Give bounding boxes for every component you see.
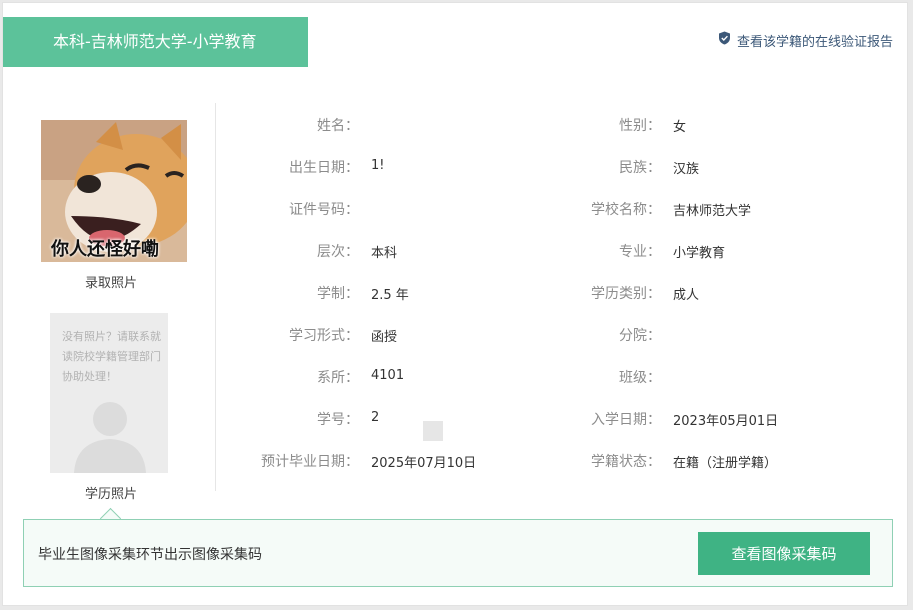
record-tab-title: 本科-吉林师范大学-小学教育 bbox=[3, 17, 308, 67]
gender-value: 女 bbox=[673, 120, 687, 135]
status-value: 在籍（注册学籍） bbox=[673, 456, 778, 471]
birthdate-value: 1! bbox=[371, 158, 385, 173]
expected-graduation-label: 预计毕业日期： bbox=[261, 454, 359, 470]
person-silhouette-icon bbox=[74, 402, 146, 473]
admission-photo-caption: 录取照片 bbox=[84, 276, 137, 291]
online-verification-link[interactable]: 查看该学籍的在线验证报告 bbox=[718, 30, 893, 50]
branch-label: 分院： bbox=[619, 328, 661, 344]
department-value: 4101 bbox=[371, 368, 405, 383]
class-label: 班级： bbox=[619, 370, 661, 386]
student-id-label: 学号： bbox=[317, 412, 359, 428]
duration-value: 2.5 年 bbox=[371, 288, 409, 303]
student-record-card: 本科-吉林师范大学-小学教育 查看该学籍的在线验证报告 你人还怪好嘞 录取照片 … bbox=[2, 2, 908, 606]
level-label: 层次： bbox=[317, 244, 359, 260]
redaction-patch bbox=[423, 421, 443, 441]
level-value: 本科 bbox=[371, 246, 398, 261]
column-divider bbox=[215, 103, 216, 491]
shield-check-icon bbox=[718, 31, 731, 49]
enrollment-date-label: 入学日期： bbox=[591, 412, 661, 428]
education-type-value: 成人 bbox=[673, 288, 700, 303]
department-label: 系所： bbox=[317, 370, 359, 386]
meme-caption: 你人还怪好嘞 bbox=[51, 239, 159, 260]
placeholder-text: 没有照片？请联系就读院校学籍管理部门协助处理！ bbox=[62, 330, 161, 383]
study-form-label: 学习形式： bbox=[289, 328, 359, 344]
photo-column: 你人还怪好嘞 录取照片 没有照片？请联系就读院校学籍管理部门协助处理！ 学历照片 bbox=[41, 120, 191, 502]
notice-text: 毕业生图像采集环节出示图像采集码 bbox=[38, 547, 262, 563]
degree-photo-placeholder: 没有照片？请联系就读院校学籍管理部门协助处理！ bbox=[50, 313, 168, 473]
study-form-value: 函授 bbox=[371, 330, 398, 345]
name-label: 姓名： bbox=[317, 118, 359, 134]
education-type-label: 学历类别： bbox=[591, 286, 661, 302]
status-label: 学籍状态： bbox=[591, 454, 661, 470]
major-label: 专业： bbox=[619, 244, 661, 260]
degree-photo-caption: 学历照片 bbox=[84, 487, 137, 502]
major-value: 小学教育 bbox=[673, 246, 726, 261]
expected-graduation-value: 2025年07月10日 bbox=[371, 456, 477, 471]
view-collection-code-button[interactable]: 查看图像采集码 bbox=[698, 532, 870, 575]
gender-label: 性别： bbox=[619, 118, 661, 134]
school-name-label: 学校名称： bbox=[591, 202, 661, 218]
id-number-label: 证件号码： bbox=[289, 202, 359, 218]
duration-label: 学制： bbox=[317, 286, 359, 302]
student-id-value: 2 bbox=[371, 410, 380, 425]
ethnicity-value: 汉族 bbox=[673, 162, 700, 177]
school-name-value: 吉林师范大学 bbox=[673, 204, 752, 219]
birthdate-label: 出生日期： bbox=[289, 160, 359, 176]
admission-photo: 你人还怪好嘞 bbox=[41, 120, 187, 262]
verify-link-label: 查看该学籍的在线验证报告 bbox=[736, 34, 893, 50]
image-collection-notice: 毕业生图像采集环节出示图像采集码 查看图像采集码 bbox=[23, 519, 893, 587]
ethnicity-label: 民族： bbox=[619, 160, 661, 176]
enrollment-date-value: 2023年05月01日 bbox=[673, 414, 779, 429]
